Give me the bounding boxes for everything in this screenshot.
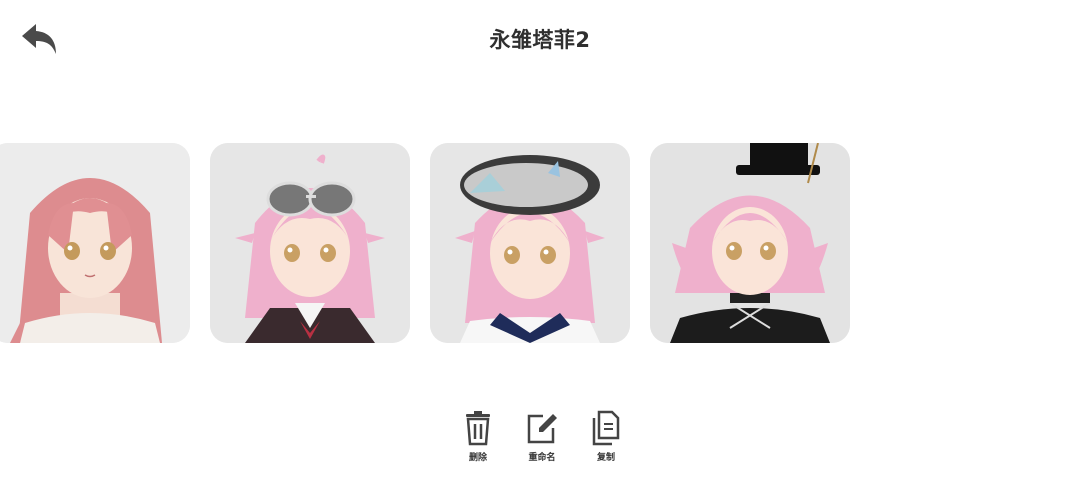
delete-button[interactable]: 删除 <box>446 408 510 463</box>
avatar-card-2[interactable] <box>210 143 410 343</box>
trash-icon <box>460 408 496 448</box>
edit-icon <box>524 408 560 448</box>
rename-label: 重命名 <box>528 453 556 463</box>
avatar-thumbnail <box>650 143 850 343</box>
rename-button[interactable]: 重命名 <box>510 408 574 463</box>
action-toolbar: 删除 重命名 复制 <box>446 408 638 463</box>
avatar-card-4[interactable] <box>650 143 850 343</box>
avatar-card-3[interactable] <box>430 143 630 343</box>
avatar-carousel[interactable] <box>0 143 850 343</box>
avatar-thumbnail <box>430 143 630 343</box>
avatar-thumbnail <box>210 143 410 343</box>
delete-label: 删除 <box>468 453 487 463</box>
page-title: 永雏塔菲2 <box>489 28 591 52</box>
avatar-thumbnail <box>0 143 190 343</box>
avatar-card-1[interactable] <box>0 143 190 343</box>
copy-icon <box>588 408 624 448</box>
copy-label: 复制 <box>596 453 615 463</box>
copy-button[interactable]: 复制 <box>574 408 638 463</box>
